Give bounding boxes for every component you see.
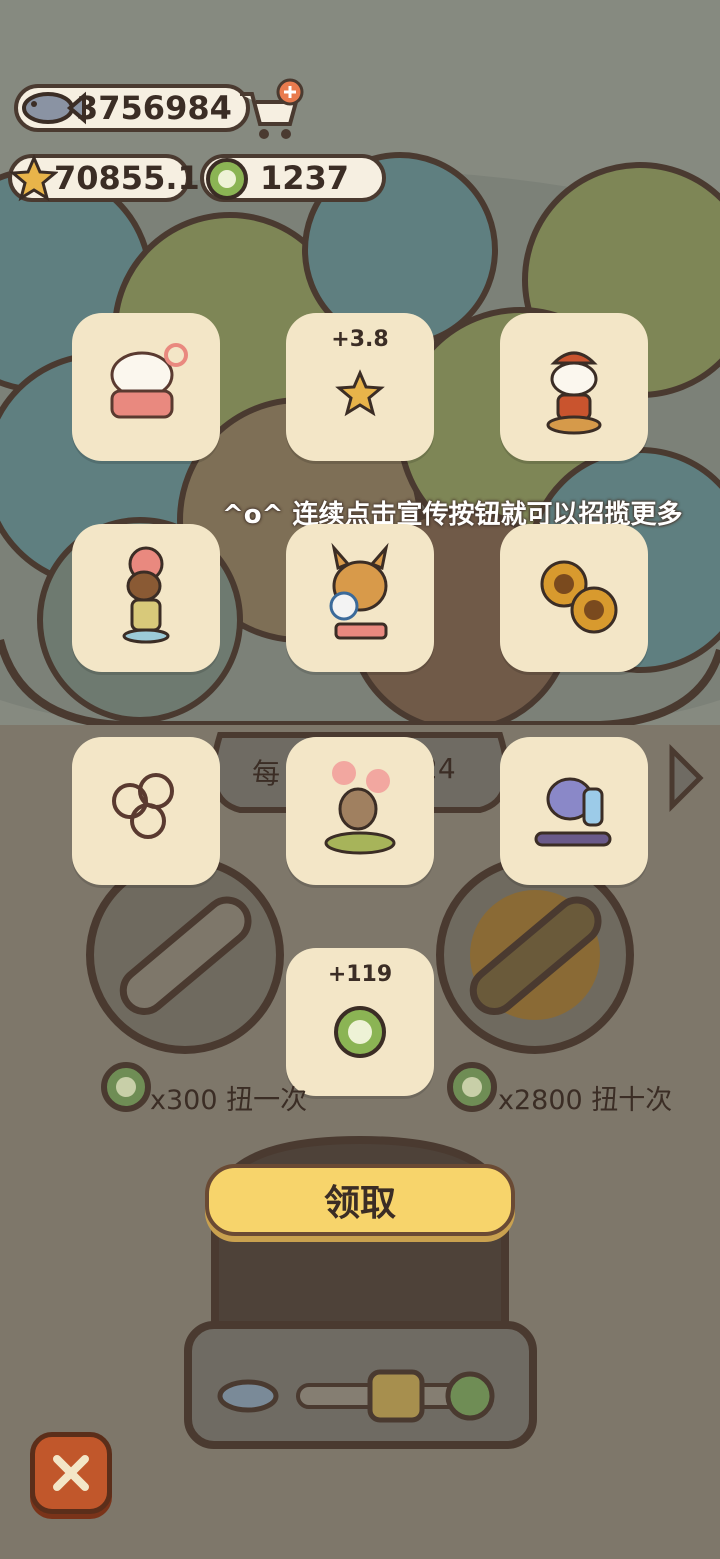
coin-count: 1237 xyxy=(260,159,350,197)
star-count: 70855.1 xyxy=(54,159,200,197)
spin-ten-price[interactable]: x2800 扭十次 xyxy=(498,1078,672,1117)
reward-tile-6[interactable] xyxy=(500,524,648,672)
star-icon xyxy=(335,369,385,417)
star-currency-pill: 70855.1 xyxy=(8,154,200,202)
green-coin-icon xyxy=(334,1006,386,1058)
reward-tile-2[interactable]: +3.8 xyxy=(286,313,434,461)
nurse-cat-figure-icon xyxy=(110,343,188,419)
spin-once-price[interactable]: x300 扭一次 xyxy=(150,1078,307,1117)
ring-pile-icon xyxy=(112,773,174,839)
sloth-blossom-figure-icon xyxy=(324,761,396,855)
reward-tile-10[interactable]: +119 xyxy=(286,948,434,1096)
plumber-dog-figure-icon xyxy=(546,351,602,435)
reward-tile-3[interactable] xyxy=(500,313,648,461)
close-button[interactable] xyxy=(30,1432,112,1514)
green-coin-icon xyxy=(206,158,248,200)
reward-tile-9[interactable] xyxy=(500,737,648,885)
raccoon-skate-figure-icon xyxy=(534,777,612,847)
star-icon xyxy=(10,154,58,202)
close-icon xyxy=(53,1455,89,1491)
reward-tile-5[interactable] xyxy=(286,524,434,672)
fish-count: 3756984 xyxy=(76,89,232,127)
background-partial-text-left: 每 xyxy=(252,757,281,790)
reward-tile-8[interactable] xyxy=(286,737,434,885)
reward-tile-7[interactable] xyxy=(72,737,220,885)
reward-tile-4[interactable] xyxy=(72,524,220,672)
shop-cart-button[interactable] xyxy=(236,78,306,144)
reward-tile-1[interactable] xyxy=(72,313,220,461)
shopping-cart-icon xyxy=(240,78,304,139)
sunflower-cookie-icon xyxy=(540,560,618,634)
fish-currency-pill: 3756984 xyxy=(14,84,250,132)
lynx-volleyball-figure-icon xyxy=(329,542,389,640)
claim-button[interactable]: 领取 xyxy=(205,1164,515,1236)
flower-dog-figure-icon xyxy=(122,546,170,644)
coin-currency-pill: 1237 xyxy=(200,154,386,202)
